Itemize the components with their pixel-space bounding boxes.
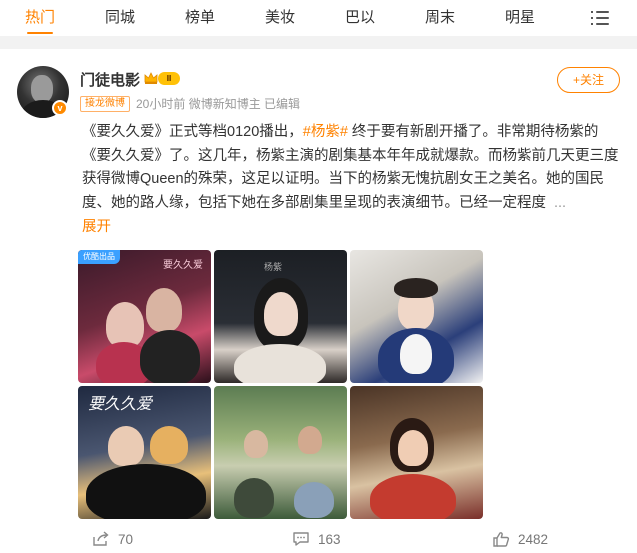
menu-icon[interactable] [591,11,609,25]
post-image-5[interactable] [214,386,347,519]
crown-icon [144,72,158,84]
tab-ranking[interactable]: 榜单 [160,0,240,36]
share-icon [93,531,109,546]
tab-israel-palestine[interactable]: 巴以 [320,0,400,36]
author-name[interactable]: 门徒电影 [80,69,140,90]
image-caption: 要久久爱 [88,396,153,413]
tab-weekend[interactable]: 周末 [400,0,480,36]
post-meta: 20小时前 微博新知博主 已编辑 [136,96,300,112]
tab-beauty[interactable]: 美妆 [240,0,320,36]
post-tag[interactable]: 接龙微博 [80,96,130,112]
post-image-3[interactable] [350,250,483,383]
tab-celebrity[interactable]: 明星 [480,0,560,36]
expand-link[interactable]: 展开 [82,215,111,236]
tab-hot[interactable]: 热门 [0,0,80,36]
top-tab-bar: 热门 同城 榜单 美妆 巴以 周末 明星 [0,0,637,36]
comment-icon [293,532,309,546]
thumbs-up-icon [493,532,510,547]
post-text-part1: 《要久久爱》正式等档0120播出， [82,124,303,140]
post-actions: 70 163 2482 [0,525,637,553]
follow-button[interactable]: +关注 [557,67,620,93]
image-corner-tag: 优酷出品 [78,250,120,264]
post-card: v 门徒电影 Ⅱ 接龙微博 20小时前 微博新知博主 已编辑 +关注 《要久久爱… [0,49,637,553]
like-count: 2482 [518,531,549,547]
comment-button[interactable]: 163 [292,529,341,549]
post-text: 《要久久爱》正式等档0120播出，#杨紫# 终于要有新剧开播了。非常期待杨紫的《… [82,121,622,215]
post-image-1[interactable]: 优酷出品 要久久爱 [78,250,211,383]
post-image-6[interactable] [350,386,483,519]
level-badge: Ⅱ [158,72,180,85]
separator [0,36,637,49]
share-button[interactable]: 70 [92,529,133,549]
tab-local[interactable]: 同城 [80,0,160,36]
image-caption: 杨紫 [264,262,283,272]
post-image-2[interactable]: 杨紫 [214,250,347,383]
v-badge-icon: v [52,100,68,116]
post-image-4[interactable]: 要久久爱 [78,386,211,519]
hashtag-link[interactable]: #杨紫# [303,124,348,140]
comment-count: 163 [318,531,341,547]
ellipsis: ... [554,194,567,211]
like-button[interactable]: 2482 [492,529,548,549]
share-count: 70 [118,531,134,547]
post-time: 20小时前 [136,97,186,111]
image-caption: 要久久爱 [163,260,203,271]
post-source: 微博新知博主 已编辑 [188,97,301,111]
